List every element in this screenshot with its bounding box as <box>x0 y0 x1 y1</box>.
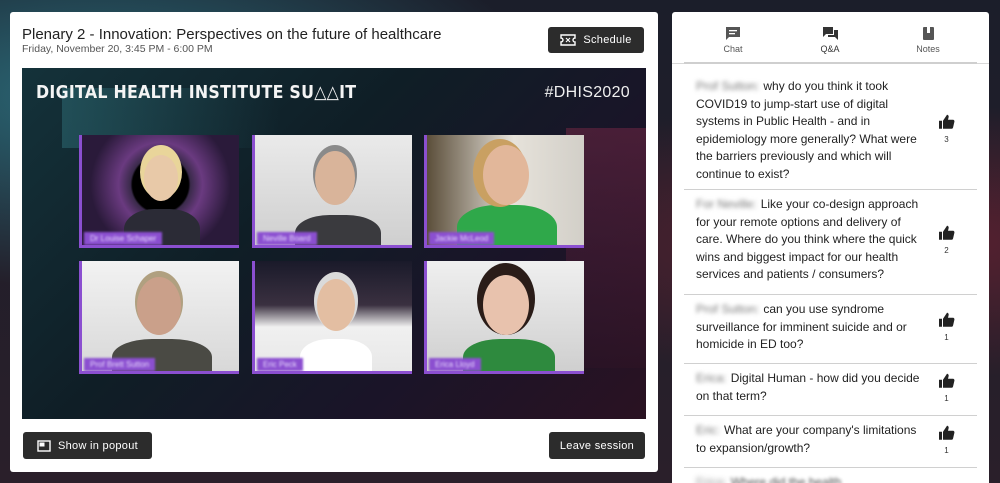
qa-question: Erica: Digital Human - how did you decide… <box>684 364 977 416</box>
video-tile: Erica Lloyd <box>424 261 584 374</box>
participant-head <box>137 277 181 335</box>
notes-icon <box>922 27 934 40</box>
qa-question: Prof Sutton: can you use syndrome surveil… <box>684 295 977 364</box>
popout-icon <box>37 439 51 452</box>
tab-chat[interactable]: Chat <box>703 26 763 54</box>
question-author: Erica: <box>696 475 727 483</box>
qa-question: Erica: Where did the health <box>684 468 977 483</box>
participant-name: Prof Brett Sutton <box>84 358 156 371</box>
leave-session-label: Leave session <box>559 439 635 452</box>
session-datetime: Friday, November 20, 3:45 PM - 6:00 PM <box>22 43 213 55</box>
video-tile: Jackie McLeod <box>424 135 584 248</box>
participant-head <box>315 151 355 205</box>
video-stream[interactable]: DIGITAL HEALTH INSTITUTE SU△△IT #DHIS202… <box>22 68 646 419</box>
schedule-button[interactable]: Schedule <box>548 27 644 53</box>
participant-name: Eric Peck <box>257 358 303 371</box>
tab-notes[interactable]: Notes <box>898 26 958 54</box>
like-count: 1 <box>944 332 949 342</box>
question-author: For Neville: <box>696 197 757 211</box>
question-author: Prof Sutton: <box>696 302 760 316</box>
session-panel: Plenary 2 - Innovation: Perspectives on … <box>10 12 658 472</box>
question-author: Prof Sutton: <box>696 79 760 93</box>
tab-label: Notes <box>916 44 940 54</box>
tab-divider <box>684 62 977 64</box>
video-tile: Prof Brett Sutton <box>79 261 239 374</box>
ticket-icon <box>560 34 577 46</box>
sidebar-tabs: Chat Q&A Notes <box>672 12 989 64</box>
participant-head <box>483 275 529 335</box>
participant-figure <box>300 339 372 371</box>
participant-name: Jackie McLeod <box>429 232 495 245</box>
video-tile: Dr Louise Schaper <box>79 135 239 248</box>
question-author: Eric: <box>696 423 720 437</box>
like-count: 1 <box>944 445 949 455</box>
participant-head <box>317 279 355 331</box>
thumbs-up-icon <box>939 425 955 440</box>
session-title: Plenary 2 - Innovation: Perspectives on … <box>22 26 442 43</box>
tab-label: Q&A <box>820 44 840 54</box>
participant-head <box>144 155 178 201</box>
thumbs-up-icon <box>939 225 955 240</box>
thumbs-up-icon <box>939 312 955 327</box>
event-hashtag: #DHIS2020 <box>544 84 630 101</box>
popout-button[interactable]: Show in popout <box>23 432 152 459</box>
like-button[interactable]: 1 <box>938 372 955 407</box>
like-button[interactable]: 2 <box>938 225 955 260</box>
question-author: Erica: <box>696 371 727 385</box>
participant-name: Erica Lloyd <box>429 358 481 371</box>
tab-label: Chat <box>723 44 743 54</box>
like-count: 2 <box>944 245 949 255</box>
qa-question: For Neville: Like your co-design approach… <box>684 190 977 295</box>
summit-banner: DIGITAL HEALTH INSTITUTE SU△△IT <box>36 82 357 103</box>
like-button[interactable]: 1 <box>938 424 955 459</box>
like-button[interactable]: 3 <box>938 113 955 148</box>
qa-question: Prof Sutton: why do you think it took COV… <box>684 72 977 190</box>
question-text: Where did the health <box>730 475 842 483</box>
qa-list: Prof Sutton: why do you think it took COV… <box>684 72 977 483</box>
popout-label: Show in popout <box>57 439 139 452</box>
thumbs-up-icon <box>939 373 955 388</box>
tab-qa[interactable]: Q&A <box>800 26 860 54</box>
qa-question: Eric: What are your company's limitations… <box>684 416 977 468</box>
participant-name: Dr Louise Schaper <box>84 232 163 245</box>
sidebar-panel: Chat Q&A Notes Prof Sutton: why do you th… <box>672 12 989 483</box>
question-text: why do you think it took COVID19 to jump… <box>696 79 917 181</box>
video-tile: Eric Peck <box>252 261 412 374</box>
thumbs-up-icon <box>939 114 955 129</box>
like-count: 1 <box>944 393 949 403</box>
video-tile: Neville Board <box>252 135 412 248</box>
like-count: 3 <box>944 134 949 144</box>
qa-icon <box>822 27 838 40</box>
chat-icon <box>726 27 740 40</box>
question-text: Digital Human - how did you decide on th… <box>696 371 920 403</box>
schedule-label: Schedule <box>583 34 632 46</box>
question-text: What are your company's limitations to e… <box>696 423 917 455</box>
participant-head <box>483 145 529 205</box>
participant-name: Neville Board <box>257 232 317 245</box>
leave-session-button[interactable]: Leave session <box>549 432 645 459</box>
like-button[interactable]: 1 <box>938 312 955 347</box>
